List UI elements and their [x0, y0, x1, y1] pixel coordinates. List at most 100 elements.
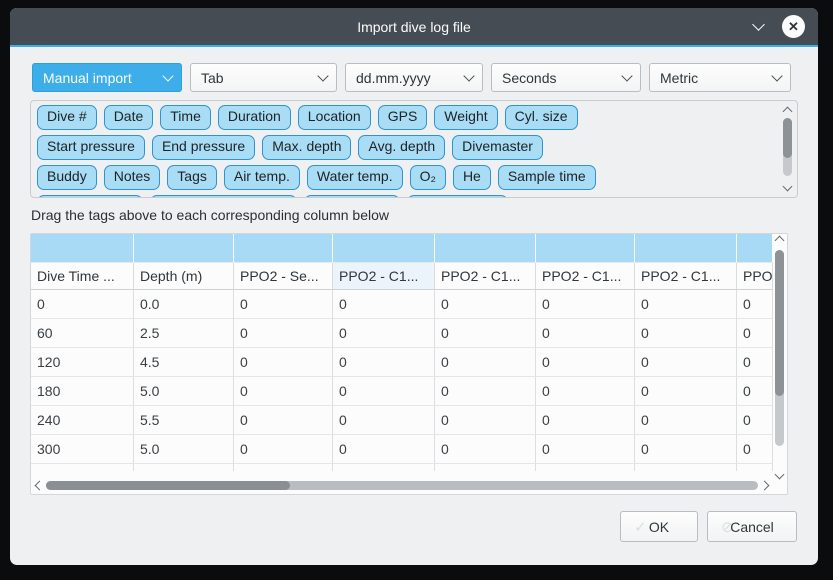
scrollbar-thumb[interactable]	[783, 118, 792, 158]
combo-tab[interactable]: Tab	[190, 63, 337, 92]
tag-tags[interactable]: Tags	[167, 165, 217, 190]
scroll-left-icon[interactable]	[35, 481, 45, 491]
tag-time[interactable]: Time	[160, 105, 211, 130]
combo-value: Seconds	[502, 70, 556, 86]
table-cell	[635, 464, 737, 471]
column-header-ppo2-c1[interactable]: PPO2 - C1...	[435, 263, 536, 290]
tag-air-temp[interactable]: Air temp.	[224, 165, 300, 190]
table-row: 1805.0000000	[31, 377, 773, 406]
scroll-up-icon[interactable]	[775, 236, 785, 246]
table-cell: 0	[435, 319, 536, 348]
table-cell: 60	[31, 319, 134, 348]
tag-start-pressure[interactable]: Start pressure	[37, 135, 145, 160]
tag-sample-time[interactable]: Sample time	[498, 165, 596, 190]
column-header-ppo2-c1[interactable]: PPO2 - C1...	[333, 263, 435, 290]
combo-manual-import[interactable]: Manual import	[32, 63, 182, 92]
tag-weight[interactable]: Weight	[434, 105, 497, 130]
tag-divemaster[interactable]: Divemaster	[452, 135, 543, 160]
table-cell: 0	[635, 348, 737, 377]
tag-sample-cns[interactable]: Sample CNS	[407, 195, 508, 197]
column-header-ppo2-c1[interactable]: PPO2 - C1...	[536, 263, 635, 290]
table-cell	[333, 464, 435, 471]
table-row: 1204.5000000	[31, 348, 773, 377]
table-cell: 0	[234, 348, 333, 377]
combo-dd-mm-yyyy[interactable]: dd.mm.yyyy	[345, 63, 483, 92]
tag-notes[interactable]: Notes	[104, 165, 161, 190]
column-header-ppo2[interactable]: PPO2	[737, 263, 773, 290]
header-row: Dive Time ...Depth (m)PPO2 - Se...PPO2 -…	[31, 263, 773, 290]
scrollbar-thumb[interactable]	[775, 250, 784, 396]
table-cell: 0	[536, 377, 635, 406]
cancel-button[interactable]: ⊘ Cancel	[707, 511, 797, 542]
table-cell: 2.5	[134, 319, 234, 348]
tag-buddy[interactable]: Buddy	[37, 165, 97, 190]
tag-end-pressure[interactable]: End pressure	[152, 135, 255, 160]
scroll-up-icon[interactable]	[783, 107, 793, 117]
combo-value: dd.mm.yyyy	[356, 70, 431, 86]
tag-avg-depth[interactable]: Avg. depth	[358, 135, 445, 160]
table-cell	[536, 464, 635, 471]
table-cell: 120	[31, 348, 134, 377]
ok-button[interactable]: ✓ OK	[620, 511, 698, 542]
scroll-down-icon[interactable]	[775, 470, 785, 480]
scroll-down-icon[interactable]	[783, 182, 793, 192]
tag-duration[interactable]: Duration	[218, 105, 291, 130]
table-grid: Dive Time ...Depth (m)PPO2 - Se...PPO2 -…	[31, 234, 773, 478]
tag-sample-po[interactable]: Sample pO₂	[304, 195, 399, 197]
column-header-depth-m[interactable]: Depth (m)	[134, 263, 234, 290]
chevron-down-icon	[317, 70, 328, 81]
tag-cyl-size[interactable]: Cyl. size	[505, 105, 578, 130]
table-cell: 0	[435, 377, 536, 406]
table-cell: 0	[435, 406, 536, 435]
tag-water-temp[interactable]: Water temp.	[307, 165, 403, 190]
tag-gps[interactable]: GPS	[378, 105, 428, 130]
tag-row: Dive # DateTime Duration Location GPSWeight C…	[37, 105, 775, 130]
tag-max-depth[interactable]: Max. depth	[262, 135, 351, 160]
tag-date[interactable]: Date	[104, 105, 154, 130]
table-horizontal-scrollbar[interactable]	[31, 477, 773, 493]
drop-target-cell[interactable]	[234, 234, 333, 263]
scroll-right-icon[interactable]	[760, 481, 770, 491]
cancel-button-label: Cancel	[730, 519, 774, 535]
table-cell: 0	[435, 290, 536, 319]
table-cell: 0	[737, 406, 773, 435]
table-cell: 0	[333, 406, 435, 435]
table-cell: 180	[31, 377, 134, 406]
tags-vertical-scrollbar[interactable]	[780, 104, 795, 194]
column-header-ppo2-c1[interactable]: PPO2 - C1...	[635, 263, 737, 290]
ok-button-label: OK	[649, 519, 669, 535]
table-row-partial	[31, 464, 773, 471]
tag-sample-temperature[interactable]: Sample temperature	[150, 195, 297, 197]
drop-target-cell[interactable]	[333, 234, 435, 263]
chevron-down-icon	[463, 70, 474, 81]
table-cell: 0	[536, 406, 635, 435]
drop-target-cell[interactable]	[31, 234, 134, 263]
table-vertical-scrollbar[interactable]	[772, 234, 787, 480]
table-cell: 0	[333, 290, 435, 319]
drop-target-cell[interactable]	[134, 234, 234, 263]
table-cell: 0	[31, 290, 134, 319]
tag-o[interactable]: O₂	[410, 165, 446, 190]
tag-location[interactable]: Location	[298, 105, 371, 130]
column-header-dive-time[interactable]: Dive Time ...	[31, 263, 134, 290]
column-header-ppo2-se[interactable]: PPO2 - Se...	[234, 263, 333, 290]
table-cell: 0	[635, 435, 737, 464]
combo-seconds[interactable]: Seconds	[491, 63, 641, 92]
drop-target-cell[interactable]	[435, 234, 536, 263]
tag-sample-depth[interactable]: Sample depth	[37, 195, 143, 197]
tag-row: Buddy NotesTags Air temp. Water temp. O₂ He Sa…	[37, 165, 775, 190]
table-row: 2405.5000000	[31, 406, 773, 435]
titlebar[interactable]: Import dive log file ✕	[10, 8, 818, 47]
table-cell: 0	[536, 319, 635, 348]
table-cell	[234, 464, 333, 471]
drop-target-cell[interactable]	[635, 234, 737, 263]
drop-target-cell[interactable]	[536, 234, 635, 263]
scrollbar-thumb[interactable]	[46, 481, 290, 490]
combo-metric[interactable]: Metric	[649, 63, 791, 92]
close-button[interactable]: ✕	[782, 15, 805, 38]
tag-he[interactable]: He	[453, 165, 491, 190]
tag-dive[interactable]: Dive #	[37, 105, 97, 130]
drop-target-cell[interactable]	[737, 234, 773, 263]
dialog-buttons: ✓ OK ⊘ Cancel	[620, 511, 797, 542]
shade-button[interactable]	[750, 19, 766, 33]
